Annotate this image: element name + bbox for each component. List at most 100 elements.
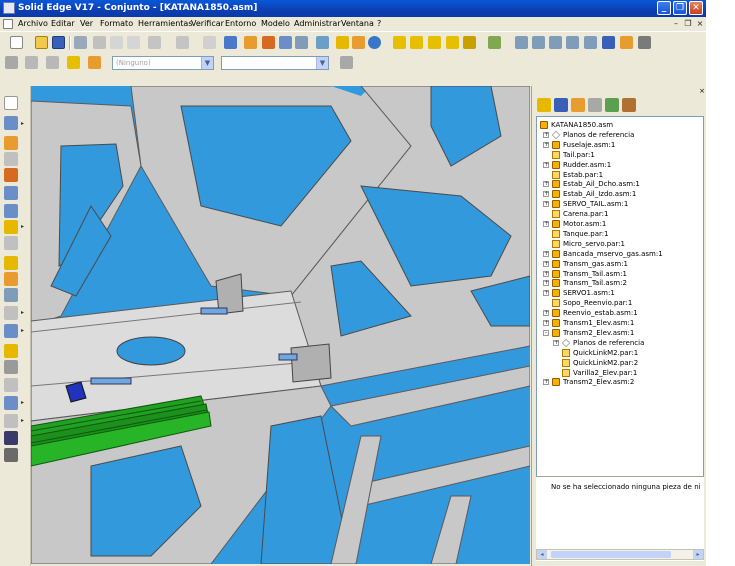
chevron-down-icon[interactable]: ▼ bbox=[201, 57, 213, 69]
shade-edges-icon[interactable] bbox=[352, 36, 365, 49]
display-icon[interactable] bbox=[4, 414, 18, 428]
fastener-icon[interactable] bbox=[4, 186, 18, 200]
sensors-icon[interactable] bbox=[605, 98, 619, 112]
menu-editar[interactable]: Editar bbox=[51, 17, 75, 31]
help-pointer-icon[interactable] bbox=[602, 36, 615, 49]
pattern-icon[interactable] bbox=[46, 56, 59, 69]
dropdown-arrow-icon[interactable]: ▸ bbox=[21, 120, 26, 127]
dropdown-arrow-icon[interactable]: ▸ bbox=[21, 223, 26, 230]
dropdown-arrow-icon[interactable]: ▸ bbox=[21, 399, 26, 406]
document-icon[interactable] bbox=[3, 19, 13, 29]
expand-icon[interactable]: + bbox=[543, 191, 549, 198]
place-part-icon[interactable] bbox=[4, 116, 18, 130]
fit-icon[interactable] bbox=[515, 36, 528, 49]
expand-icon[interactable]: + bbox=[543, 131, 549, 138]
brush-icon[interactable] bbox=[340, 56, 353, 69]
tube-icon[interactable] bbox=[4, 396, 18, 410]
expand-icon[interactable]: + bbox=[543, 320, 549, 326]
select-arrow-icon[interactable] bbox=[4, 96, 18, 110]
close-button[interactable]: ✕ bbox=[689, 1, 703, 15]
frame-icon[interactable] bbox=[4, 360, 18, 374]
sheet-icon[interactable] bbox=[224, 36, 237, 49]
select-mode-icon[interactable] bbox=[5, 56, 18, 69]
properties-icon[interactable] bbox=[279, 36, 292, 49]
layer-icon[interactable] bbox=[463, 36, 476, 49]
insert-part-icon[interactable] bbox=[244, 36, 257, 49]
rotate-icon[interactable] bbox=[584, 36, 597, 49]
mirror-icon[interactable] bbox=[4, 236, 18, 250]
expand-icon[interactable]: + bbox=[543, 181, 549, 188]
menu-archivo[interactable]: Archivo bbox=[18, 17, 48, 31]
expand-icon[interactable]: + bbox=[543, 270, 549, 277]
sheet-metal-icon[interactable] bbox=[4, 288, 18, 302]
move-part-icon[interactable] bbox=[4, 152, 18, 166]
replace-part-icon[interactable] bbox=[4, 168, 18, 182]
extra-icon[interactable] bbox=[638, 36, 651, 49]
menu-modelo[interactable]: Modelo bbox=[261, 17, 290, 31]
plane-tool-icon[interactable] bbox=[4, 204, 18, 218]
pick-icon[interactable] bbox=[88, 56, 101, 69]
expand-icon[interactable]: + bbox=[543, 280, 549, 287]
expand-icon[interactable]: + bbox=[543, 290, 549, 297]
dropdown-arrow-icon[interactable]: ▸ bbox=[21, 417, 26, 424]
cube-view-icon[interactable] bbox=[316, 36, 329, 49]
section-icon[interactable] bbox=[4, 324, 18, 338]
zoom-icon[interactable] bbox=[549, 36, 562, 49]
style-combo[interactable]: (Ninguno) ▼ bbox=[112, 56, 214, 70]
dimension-icon[interactable] bbox=[393, 36, 406, 49]
undo-icon[interactable] bbox=[148, 36, 161, 49]
menu-entorno[interactable]: Entorno bbox=[225, 17, 256, 31]
hole-icon[interactable] bbox=[4, 256, 18, 270]
scroll-thumb[interactable] bbox=[551, 551, 671, 558]
filter-icon[interactable] bbox=[25, 56, 38, 69]
zoom-all-icon[interactable] bbox=[566, 36, 579, 49]
globe-render-icon[interactable] bbox=[368, 36, 381, 49]
paste-icon[interactable] bbox=[127, 36, 140, 49]
expand-icon[interactable]: + bbox=[543, 379, 549, 386]
maximize-button[interactable]: ❐ bbox=[673, 1, 687, 15]
3d-viewport[interactable] bbox=[31, 86, 530, 564]
axis-icon[interactable] bbox=[428, 36, 441, 49]
camera-icon[interactable] bbox=[4, 431, 18, 445]
table-icon[interactable] bbox=[295, 36, 308, 49]
new-file-icon[interactable] bbox=[10, 36, 23, 49]
plane-icon[interactable] bbox=[446, 36, 459, 49]
mdi-minimize-icon[interactable]: – bbox=[671, 18, 681, 29]
dropdown-arrow-icon[interactable]: ▸ bbox=[21, 309, 26, 316]
dropdown-arrow-icon[interactable]: ▸ bbox=[21, 327, 26, 334]
print-icon[interactable] bbox=[74, 36, 87, 49]
reports-icon[interactable] bbox=[622, 98, 636, 112]
feature-library-icon[interactable] bbox=[571, 98, 585, 112]
mdi-close-icon[interactable]: × bbox=[695, 18, 705, 29]
hierarchy-icon[interactable] bbox=[67, 56, 80, 69]
tools-icon[interactable] bbox=[620, 36, 633, 49]
measure-icon[interactable] bbox=[410, 36, 423, 49]
assemble-icon[interactable] bbox=[4, 136, 18, 150]
assembly-icon[interactable] bbox=[262, 36, 275, 49]
assembly-pathfinder-icon[interactable] bbox=[537, 98, 551, 112]
minimize-button[interactable]: _ bbox=[657, 1, 671, 15]
redo-icon[interactable] bbox=[176, 36, 189, 49]
collapse-icon[interactable]: - bbox=[543, 329, 549, 336]
expand-icon[interactable]: + bbox=[543, 161, 549, 168]
expand-icon[interactable]: + bbox=[543, 250, 549, 257]
expand-icon[interactable]: + bbox=[543, 141, 549, 148]
parts-library-icon[interactable] bbox=[554, 98, 568, 112]
expand-icon[interactable]: + bbox=[543, 201, 549, 208]
menu-herramientas[interactable]: Herramientas bbox=[138, 17, 193, 31]
menu-ventana[interactable]: Ventana bbox=[341, 17, 374, 31]
cut-icon[interactable] bbox=[93, 36, 106, 49]
expand-icon[interactable]: + bbox=[553, 339, 559, 346]
settings-icon[interactable] bbox=[488, 36, 501, 49]
interference-icon[interactable] bbox=[4, 306, 18, 320]
expand-icon[interactable]: + bbox=[543, 310, 549, 317]
pattern-tool-icon[interactable] bbox=[4, 220, 18, 234]
zoom-area-icon[interactable] bbox=[203, 36, 216, 49]
menu-formato[interactable]: Formato bbox=[100, 17, 133, 31]
chevron-down-icon[interactable]: ▼ bbox=[316, 57, 328, 69]
expand-icon[interactable]: + bbox=[543, 221, 549, 227]
menu-help[interactable]: ? bbox=[377, 17, 381, 31]
layers-icon[interactable] bbox=[588, 98, 602, 112]
scroll-right-icon[interactable]: ▸ bbox=[693, 550, 703, 559]
menu-ver[interactable]: Ver bbox=[80, 17, 93, 31]
